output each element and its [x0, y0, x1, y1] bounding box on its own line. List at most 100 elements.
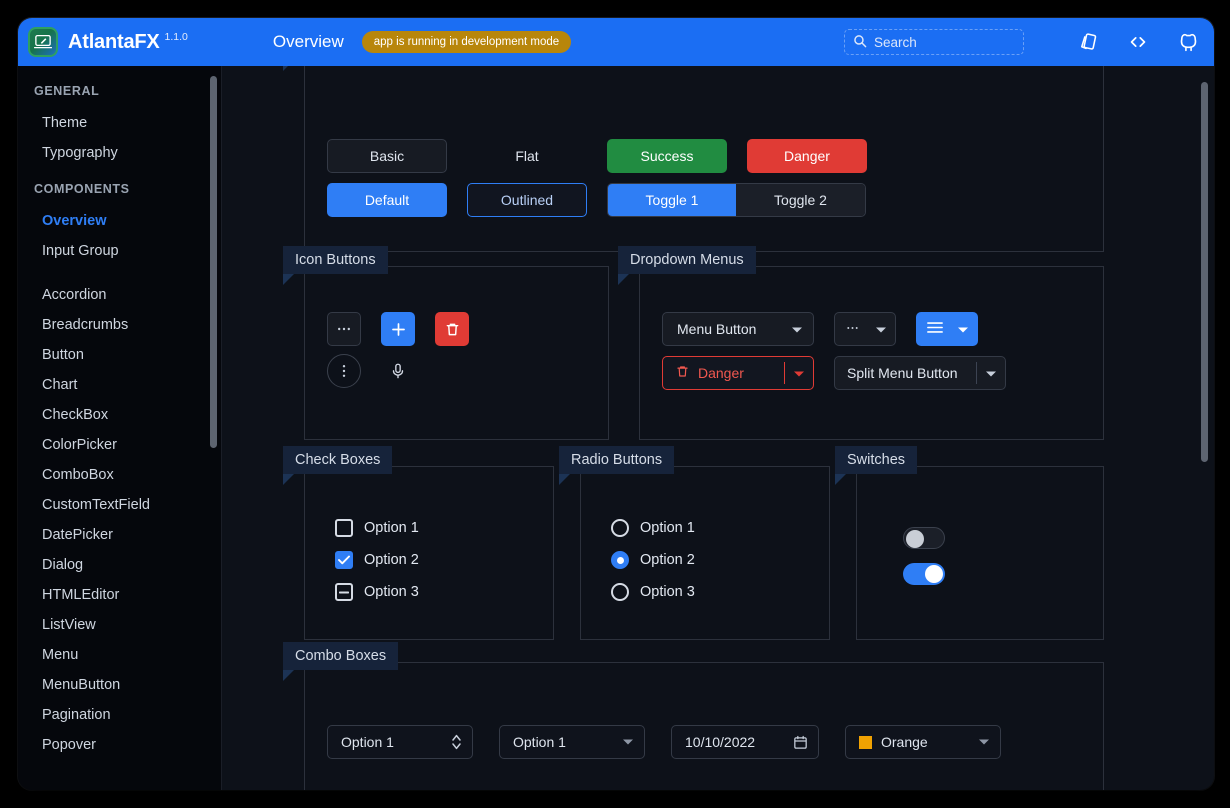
search-placeholder-text: Search: [874, 34, 917, 50]
sidebar-item-menubutton[interactable]: MenuButton: [18, 670, 222, 700]
trash-icon: [675, 364, 690, 382]
app-name: AtlantaFX: [68, 30, 160, 53]
checkbox-row-option-2[interactable]: Option 2: [335, 551, 419, 569]
checkbox-row-option-1[interactable]: Option 1: [335, 519, 419, 537]
panel-title-switches: Switches: [835, 446, 918, 485]
color-select-combo[interactable]: Orange: [845, 725, 1001, 759]
sidebar-scrollbar[interactable]: [210, 76, 217, 448]
chevron-down-icon[interactable]: [793, 365, 805, 381]
chevron-down-icon[interactable]: [985, 365, 997, 381]
app-version: 1.1.0: [164, 31, 188, 43]
icon-button-plus[interactable]: [381, 312, 415, 346]
sidebar-item-breadcrumbs[interactable]: Breadcrumbs: [18, 310, 222, 340]
radio-row-option-2[interactable]: Option 2: [611, 551, 695, 569]
button-default[interactable]: Default: [327, 183, 447, 217]
search-input[interactable]: Search: [844, 29, 1024, 55]
select-combo[interactable]: Option 1: [499, 725, 645, 759]
sidebar-item-htmleditor[interactable]: HTMLEditor: [18, 580, 222, 610]
sidebar-item-typography[interactable]: Typography: [18, 138, 222, 168]
hamburger-menu-button[interactable]: [916, 312, 978, 346]
radio-label-1: Option 1: [640, 520, 695, 536]
button-flat[interactable]: Flat: [467, 139, 587, 173]
spinner-arrows-icon[interactable]: [439, 732, 462, 752]
chevron-down-icon: [949, 321, 969, 337]
sidebar-item-customtextfield[interactable]: CustomTextField: [18, 490, 222, 520]
switch-knob-off: [906, 530, 924, 548]
sidebar-group-header-components: COMPONENTS: [34, 182, 130, 196]
split-menu-button[interactable]: Split Menu Button: [834, 356, 1006, 390]
color-swatch-orange: [859, 735, 872, 749]
sidebar: GENERAL Theme Typography COMPONENTS Over…: [18, 66, 222, 790]
content-area: Buttons Basic Flat Success Danger Defaul…: [222, 66, 1214, 790]
sidebar-item-popover[interactable]: Popover: [18, 730, 222, 760]
danger-split-menu-button[interactable]: Danger: [662, 356, 814, 390]
checkbox-label-3: Option 3: [364, 584, 419, 600]
icon-button-more-vertical[interactable]: [327, 354, 361, 388]
color-select-value: Orange: [881, 734, 928, 750]
switch-off[interactable]: [903, 527, 945, 549]
sidebar-item-chart[interactable]: Chart: [18, 370, 222, 400]
github-icon[interactable]: [1176, 30, 1200, 54]
sidebar-item-dialog[interactable]: Dialog: [18, 550, 222, 580]
icon-button-trash[interactable]: [435, 312, 469, 346]
sidebar-item-overview[interactable]: Overview: [18, 206, 222, 236]
dev-mode-badge: app is running in development mode: [361, 31, 572, 53]
icon-button-more-horizontal[interactable]: [327, 312, 361, 346]
radio-row-option-1[interactable]: Option 1: [611, 519, 695, 537]
more-horizontal-icon: [845, 321, 860, 338]
page-title: Overview: [272, 32, 344, 51]
sidebar-item-colorpicker[interactable]: ColorPicker: [18, 430, 222, 460]
sidebar-item-theme[interactable]: Theme: [18, 108, 222, 138]
sidebar-item-input-group[interactable]: Input Group: [18, 236, 222, 266]
radio-unselected-icon-3: [611, 583, 629, 601]
theme-icon[interactable]: [1076, 30, 1100, 54]
app-body: GENERAL Theme Typography COMPONENTS Over…: [18, 66, 1214, 790]
switch-on[interactable]: [903, 563, 945, 585]
chevron-down-icon: [777, 321, 803, 337]
radio-unselected-icon: [611, 519, 629, 537]
title-bar: AtlantaFX 1.1.0 Overview app is running …: [18, 18, 1214, 66]
radio-label-3: Option 3: [640, 584, 695, 600]
dots-menu-button[interactable]: [834, 312, 896, 346]
sidebar-item-accordion[interactable]: Accordion: [18, 280, 222, 310]
chevron-down-icon: [610, 738, 634, 746]
panel-title-combo-boxes: Combo Boxes: [283, 642, 399, 681]
search-icon: [853, 34, 867, 51]
toggle-button-1[interactable]: Toggle 1: [608, 184, 736, 216]
calendar-icon[interactable]: [781, 735, 808, 750]
menu-button[interactable]: Menu Button: [662, 312, 814, 346]
checkbox-checked-icon: [335, 551, 353, 569]
panel-buttons: Buttons Basic Flat Success Danger Defaul…: [283, 66, 1104, 252]
radio-selected-icon: [611, 551, 629, 569]
icon-button-microphone[interactable]: [381, 354, 415, 388]
button-danger[interactable]: Danger: [747, 139, 867, 173]
button-outlined[interactable]: Outlined: [467, 183, 587, 217]
toggle-button-2[interactable]: Toggle 2: [736, 184, 865, 216]
sidebar-item-button[interactable]: Button: [18, 340, 222, 370]
switch-knob-on: [925, 565, 943, 583]
radio-row-option-3[interactable]: Option 3: [611, 583, 695, 601]
app-window: AtlantaFX 1.1.0 Overview app is running …: [18, 18, 1214, 790]
spinner-combo[interactable]: Option 1: [327, 725, 473, 759]
sidebar-item-pagination[interactable]: Pagination: [18, 700, 222, 730]
spinner-value: Option 1: [341, 734, 394, 750]
panel-check-boxes: Check Boxes Option 1 Option 2 Option 3: [283, 446, 554, 640]
danger-button-divider: [784, 362, 785, 384]
sidebar-item-datepicker[interactable]: DatePicker: [18, 520, 222, 550]
checkbox-row-option-3[interactable]: Option 3: [335, 583, 419, 601]
button-basic[interactable]: Basic: [327, 139, 447, 173]
panel-title-dropdown-menus: Dropdown Menus: [618, 246, 756, 285]
content-scrollbar[interactable]: [1201, 82, 1208, 462]
source-code-icon[interactable]: [1126, 30, 1150, 54]
date-picker-combo[interactable]: 10/10/2022: [671, 725, 819, 759]
sidebar-item-combobox[interactable]: ComboBox: [18, 460, 222, 490]
sidebar-item-listview[interactable]: ListView: [18, 610, 222, 640]
panel-radio-buttons: Radio Buttons Option 1 Option 2 Option 3: [559, 446, 830, 640]
chevron-down-icon: [867, 321, 887, 337]
panel-title-icon-buttons: Icon Buttons: [283, 246, 388, 285]
button-success[interactable]: Success: [607, 139, 727, 173]
sidebar-item-menu[interactable]: Menu: [18, 640, 222, 670]
sidebar-item-checkbox[interactable]: CheckBox: [18, 400, 222, 430]
panel-title-radio-buttons: Radio Buttons: [559, 446, 675, 485]
